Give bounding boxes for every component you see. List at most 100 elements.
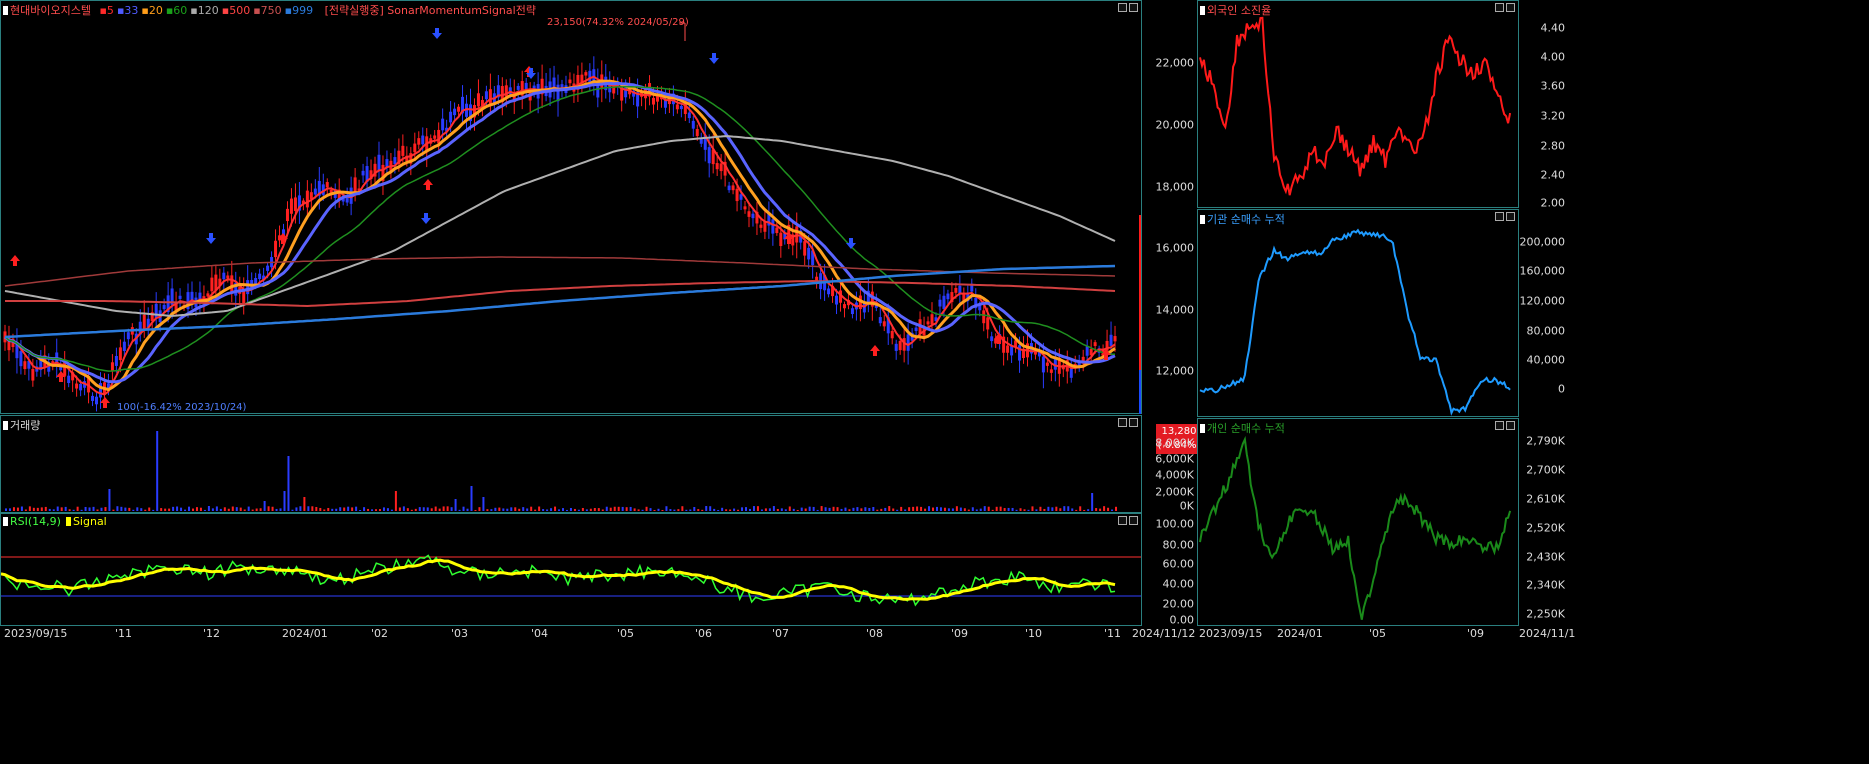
foreign-ratio-panel[interactable]: 외국인 소진율 <box>1197 0 1519 208</box>
buy-signal-arrow <box>870 345 880 356</box>
volume-bar <box>28 506 31 511</box>
foreign-ratio-line <box>1199 16 1512 196</box>
volume-bar <box>971 507 974 511</box>
volume-bar <box>184 509 187 511</box>
candle-body <box>906 334 910 351</box>
institution-tick: 0 <box>1558 382 1565 396</box>
price-y-axis: 22,000 20,000 18,000 16,000 14,000 12,00… <box>1142 0 1196 414</box>
volume-bar <box>76 506 79 511</box>
institution-panel[interactable]: 기관 순매수 누적 <box>1197 209 1519 417</box>
volume-bar <box>542 509 545 511</box>
time-label: '05 <box>617 627 635 640</box>
volume-bar <box>398 507 401 511</box>
candle-body <box>747 211 751 217</box>
volume-bar <box>418 507 421 511</box>
candle-body <box>67 375 71 384</box>
price-tick: 16,000 <box>1155 241 1195 255</box>
time-label: '05 <box>1369 627 1387 640</box>
volume-bar <box>888 506 891 511</box>
volume-bar <box>275 508 278 511</box>
volume-bar <box>522 507 525 511</box>
volume-bar <box>52 509 55 511</box>
candle-body <box>652 97 656 105</box>
volume-bar <box>844 507 847 511</box>
volume-bar <box>402 506 405 511</box>
volume-bar <box>64 506 67 511</box>
volume-tick: 8,000K <box>1155 436 1194 450</box>
volume-bar <box>796 509 799 511</box>
candle-body <box>488 89 492 105</box>
candle-body <box>775 227 779 234</box>
volume-bar <box>207 506 210 511</box>
volume-bar <box>355 506 358 511</box>
volume-bar <box>227 508 230 511</box>
candle-body <box>946 293 950 300</box>
time-label: 2023/09/15 <box>1199 627 1263 640</box>
candle-body <box>739 194 743 200</box>
candle-body <box>771 219 775 234</box>
buy-signal-arrow <box>100 397 110 408</box>
volume-bar <box>152 509 155 511</box>
volume-bar <box>748 508 751 511</box>
volume-bar <box>569 508 572 511</box>
candle-body <box>110 362 114 372</box>
volume-bar <box>279 508 282 511</box>
volume-bar <box>816 509 819 511</box>
price-tick: 20,000 <box>1155 118 1195 132</box>
candle-body <box>882 321 886 327</box>
volume-bar <box>223 507 226 511</box>
volume-bar <box>868 507 871 511</box>
volume-bar <box>255 508 258 511</box>
volume-bar <box>351 507 354 511</box>
candle-body <box>258 273 262 280</box>
candle-body <box>293 197 297 211</box>
price-chart-panel[interactable]: 현대바이오지스텔 ▪5 ▪33 ▪20 ▪60 ▪120 ▪500 ▪750 ▪999 [전략… <box>0 0 1142 414</box>
rsi-signal-line <box>1 558 1116 601</box>
candle-body <box>476 93 480 107</box>
volume-bar <box>506 508 509 511</box>
volume-bar <box>1007 507 1010 511</box>
candle-body <box>743 206 747 210</box>
volume-bar <box>1095 508 1098 511</box>
volume-bar <box>1111 509 1114 511</box>
candle-body <box>162 304 166 310</box>
volume-bar <box>307 506 310 511</box>
volume-bar <box>1055 506 1058 511</box>
volume-bar <box>16 507 19 511</box>
volume-bar <box>199 507 202 511</box>
volume-bar <box>406 508 409 511</box>
rsi-tick: 100.00 <box>1155 517 1195 531</box>
volume-bar <box>951 508 954 511</box>
candle-body <box>779 232 783 247</box>
volume-bar <box>987 506 990 511</box>
candle-body <box>1093 342 1097 347</box>
volume-bar <box>693 506 696 511</box>
volume-bar <box>657 508 660 511</box>
rsi-y-axis: 100.00 80.00 60.00 40.00 20.00 0.00 <box>1142 513 1196 627</box>
individual-panel[interactable]: 개인 순매수 누적 <box>1197 418 1519 626</box>
volume-bar <box>112 509 115 511</box>
volume-chart-panel[interactable]: 거래량 <box>0 415 1142 513</box>
volume-bar <box>589 508 592 511</box>
volume-bar <box>752 506 755 511</box>
rsi-chart-panel[interactable]: RSI(14,9) Signal <box>0 513 1142 626</box>
volume-bar <box>713 508 716 511</box>
individual-tick: 2,700K <box>1526 463 1565 477</box>
volume-bar <box>872 506 875 511</box>
volume-bar <box>884 507 887 511</box>
time-label: '03 <box>451 627 469 640</box>
volume-bar <box>287 456 290 511</box>
candle-body <box>453 108 457 116</box>
candle-body <box>1045 362 1049 366</box>
volume-bar <box>617 506 620 511</box>
volume-bar <box>347 506 350 511</box>
volume-bar <box>577 509 580 511</box>
candle-body <box>1049 369 1053 373</box>
volume-bar <box>219 508 222 511</box>
volume-bar <box>1099 508 1102 511</box>
volume-bar <box>450 507 453 511</box>
volume-bar <box>1115 506 1118 511</box>
volume-bar <box>741 507 744 511</box>
volume-bar <box>160 508 163 511</box>
individual-tick: 2,610K <box>1526 492 1565 506</box>
